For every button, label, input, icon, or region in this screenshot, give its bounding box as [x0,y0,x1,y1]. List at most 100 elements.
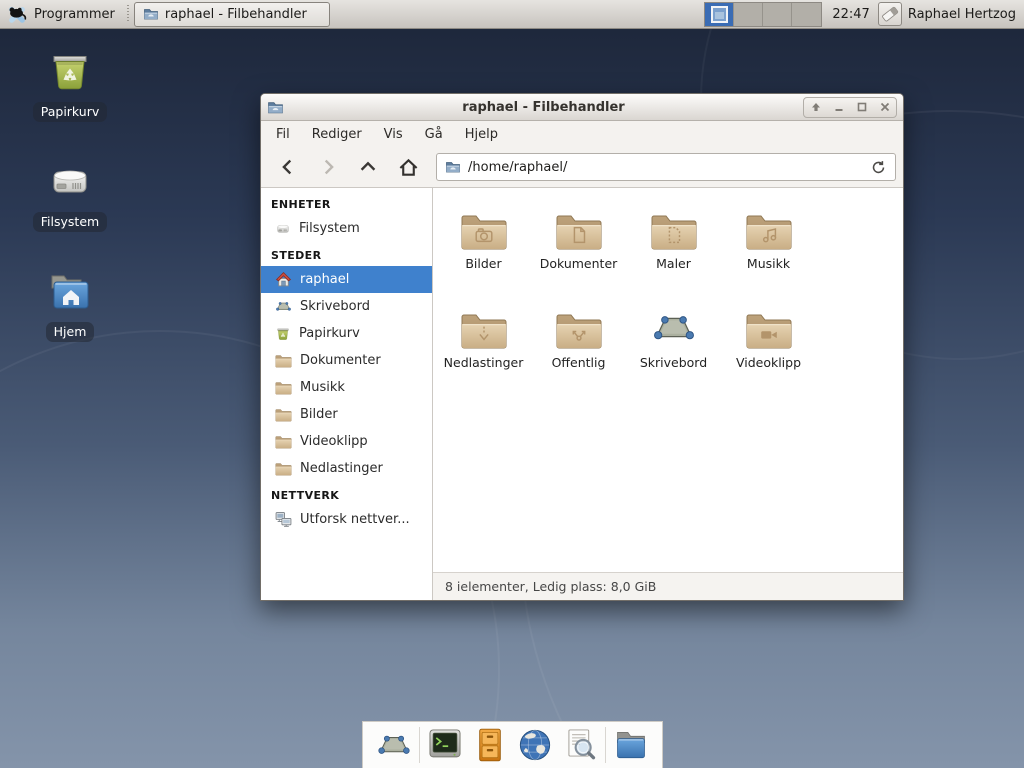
shade-button[interactable] [804,98,827,117]
minimize-button[interactable] [827,98,850,117]
sidebar-item-network-browse[interactable]: Utforsk nettver... [261,506,432,533]
sidebar-item-videoklipp[interactable]: Videoklipp [261,428,432,455]
desktop-icon-label: Filsystem [33,212,107,232]
file-label: Maler [656,256,691,271]
session-action-button[interactable] [878,2,902,26]
clock[interactable]: 22:47 [832,7,869,22]
maximize-button[interactable] [850,98,873,117]
sidebar-header-network: NETTVERK [261,482,432,506]
sidebar-item-musikk[interactable]: Musikk [261,374,432,401]
menu-help[interactable]: Hjelp [454,123,509,146]
home-button[interactable] [388,151,428,183]
titlebar[interactable]: raphael - Filbehandler [261,94,903,121]
search-launcher[interactable] [560,725,600,765]
folder-icon [275,434,292,449]
download-arrow-icon [473,323,495,345]
workspace-2[interactable] [734,3,763,26]
eraser-icon [880,4,900,24]
sidebar-item-label: Papirkurv [299,326,360,341]
sidebar-item-nedlastinger[interactable]: Nedlastinger [261,455,432,482]
path-entry[interactable]: /home/raphael/ [436,153,896,181]
workspace-3[interactable] [763,3,792,26]
file-view: Bilder Dokumenter Maler Musikk [433,188,903,600]
xfce-logo-icon [6,3,28,25]
file-nedlastinger[interactable]: Nedlastinger [436,303,531,402]
sidebar-item-label: Utforsk nettver... [300,512,410,527]
menu-file[interactable]: Fil [265,123,301,146]
music-notes-icon [758,224,780,246]
sidebar-item-filesystem[interactable]: Filsystem [261,215,432,242]
dock-separator [419,727,420,763]
taskbar-window-label: raphael - Filbehandler [165,7,307,22]
desktop-icon [650,305,698,351]
sidebar-item-label: Videoklipp [300,434,368,449]
sidebar-item-label: Nedlastinger [300,461,383,476]
desktop-icon-label: Papirkurv [33,102,108,122]
file-dokumenter[interactable]: Dokumenter [531,204,626,303]
folder-icon [275,353,292,368]
sidebar-item-label: Musikk [300,380,345,395]
file-bilder[interactable]: Bilder [436,204,531,303]
harddrive-icon [275,221,291,237]
file-cabinet-launcher[interactable] [470,725,510,765]
statusbar-text: 8 ielementer, Ledig plass: 8,0 GiB [445,579,656,594]
dock-separator [605,727,606,763]
file-videoklipp[interactable]: Videoklipp [721,303,816,402]
workspace-4[interactable] [792,3,821,26]
taskbar-window-button[interactable]: raphael - Filbehandler [134,2,330,27]
forward-button[interactable] [308,151,348,183]
window-title: raphael - Filbehandler [284,100,803,115]
sidebar-item-label: Filsystem [299,221,360,236]
user-name[interactable]: Raphael Hertzog [908,7,1016,22]
sidebar-header-devices: ENHETER [261,191,432,215]
document-icon [568,224,590,246]
blue-folder-icon [612,726,650,764]
menu-go[interactable]: Gå [414,123,454,146]
desktop-icon-trash[interactable]: Papirkurv [22,48,118,122]
sidebar-item-raphael[interactable]: raphael [261,266,432,293]
workspace-1[interactable] [705,3,734,26]
menu-view[interactable]: Vis [373,123,414,146]
sidebar: ENHETER Filsystem STEDER raphael Skriveb… [261,188,433,600]
file-label: Skrivebord [640,355,707,370]
show-desktop-button[interactable] [374,725,414,765]
file-skrivebord[interactable]: Skrivebord [626,303,721,402]
sidebar-item-dokumenter[interactable]: Dokumenter [261,347,432,374]
terminal-launcher[interactable] [425,725,465,765]
file-grid: Bilder Dokumenter Maler Musikk [433,188,903,402]
file-label: Videoklipp [736,355,801,370]
file-cabinet-icon [471,726,509,764]
shade-icon [810,101,822,113]
desktop-icon-home[interactable]: Hjem [22,268,118,342]
file-maler[interactable]: Maler [626,204,721,303]
sidebar-item-bilder[interactable]: Bilder [261,401,432,428]
file-label: Dokumenter [540,256,618,271]
sidebar-item-papirkurv[interactable]: Papirkurv [261,320,432,347]
reload-button[interactable] [870,159,887,176]
document-search-icon [561,726,599,764]
file-manager-launcher[interactable] [611,725,651,765]
back-button[interactable] [268,151,308,183]
sidebar-item-label: Bilder [300,407,338,422]
applications-menu-button[interactable]: Programmer [0,0,123,28]
window-controls [803,97,897,118]
desktop-icon-filesystem[interactable]: Filsystem [22,158,118,232]
file-musikk[interactable]: Musikk [721,204,816,303]
statusbar: 8 ielementer, Ledig plass: 8,0 GiB [433,572,903,600]
sidebar-item-label: Dokumenter [300,353,381,368]
menu-edit[interactable]: Rediger [301,123,373,146]
up-button[interactable] [348,151,388,183]
template-icon [663,224,685,246]
terminal-icon [426,726,464,764]
web-browser-launcher[interactable] [515,725,555,765]
close-icon [879,101,891,113]
close-button[interactable] [873,98,896,117]
file-label: Bilder [465,256,501,271]
workspace-switcher [704,2,822,27]
sidebar-item-skrivebord[interactable]: Skrivebord [261,293,432,320]
trash-icon [46,48,94,96]
folder-icon [275,380,292,395]
network-icon [275,511,292,528]
file-offentlig[interactable]: Offentlig [531,303,626,402]
panel-grip[interactable] [126,5,131,23]
